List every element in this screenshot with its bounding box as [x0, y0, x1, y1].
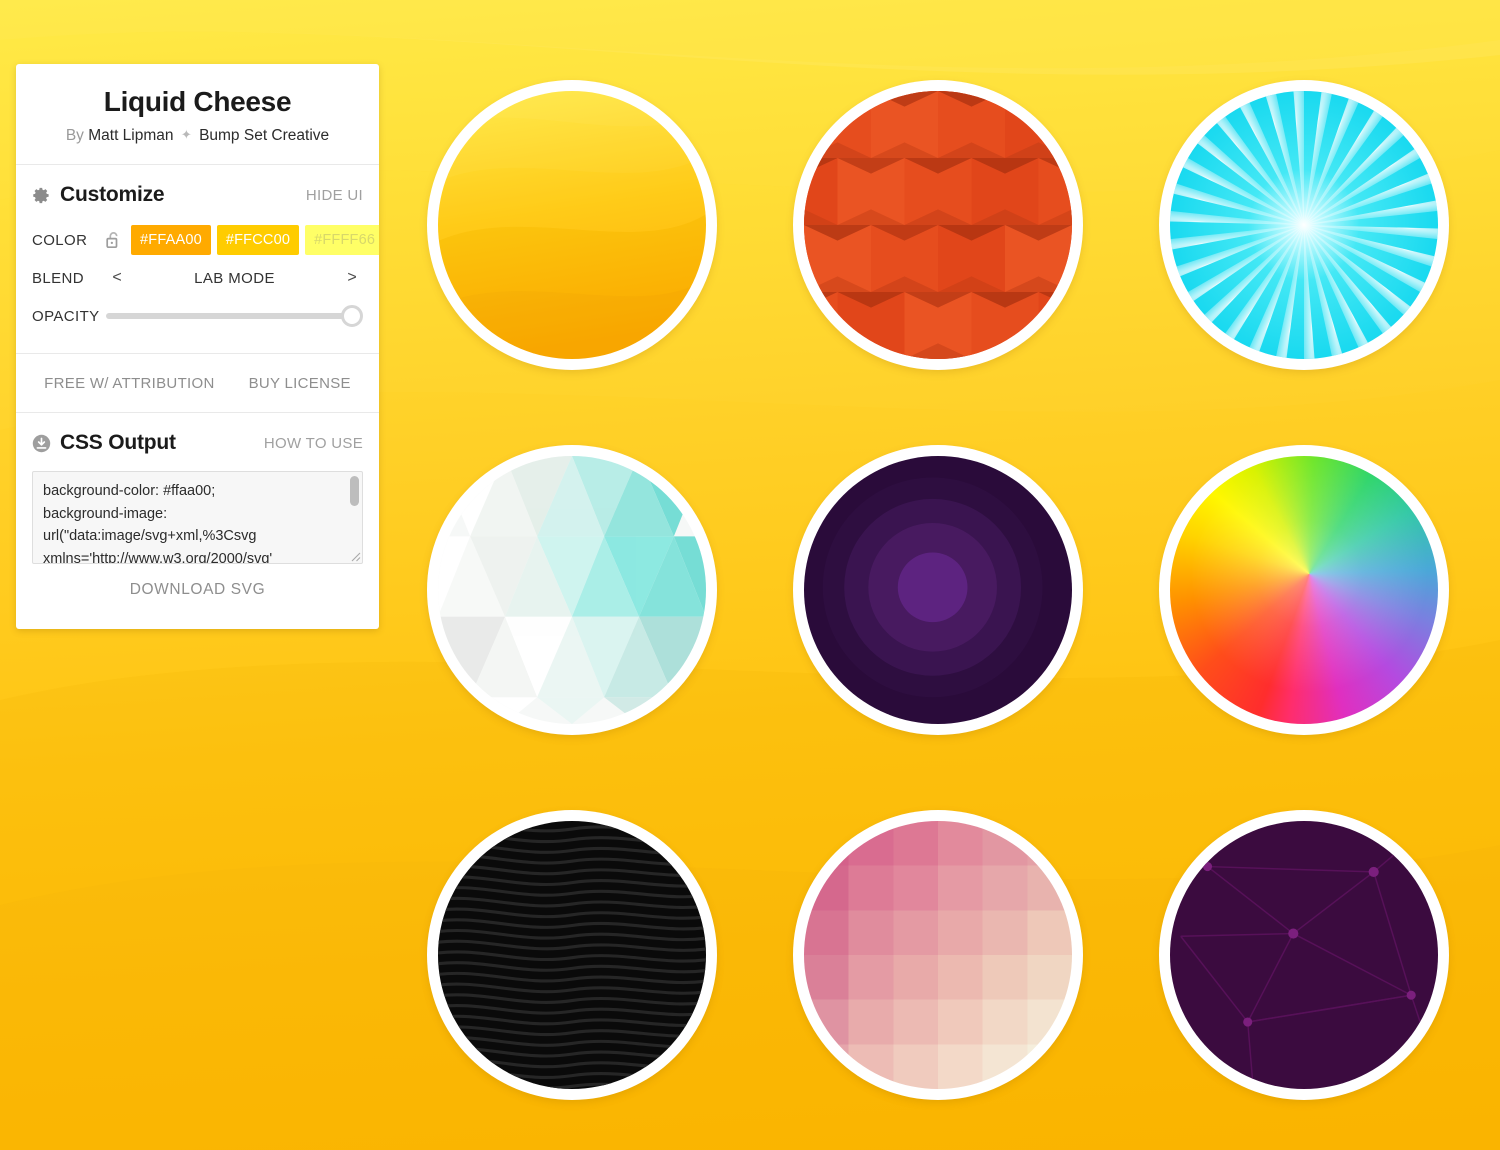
color-label: COLOR	[32, 231, 88, 249]
color-swatch-2[interactable]: #FFCC00	[216, 225, 300, 256]
opacity-slider[interactable]	[106, 303, 363, 329]
checker-pink-cream-pattern	[804, 821, 1072, 1089]
thumb-sun-rays[interactable]	[1159, 80, 1449, 370]
thumb-preview	[1170, 91, 1438, 359]
sunburst-cyan-pattern	[1170, 91, 1438, 359]
color-swatch-3[interactable]: #FFFF66	[305, 225, 379, 256]
thumb-preview	[1170, 456, 1438, 724]
resize-handle-icon[interactable]	[348, 549, 361, 562]
css-output-header: CSS Output HOW TO USE	[32, 431, 363, 455]
color-row: COLOR #FFAA00 #FFCC00 #FFFF66	[32, 223, 379, 257]
triangle-mosaic-mint-pattern	[438, 456, 706, 724]
opacity-slider-handle[interactable]	[341, 305, 363, 328]
byline-studio: Bump Set Creative	[199, 126, 330, 144]
color-swatches: #FFAA00 #FFCC00 #FFFF66	[131, 225, 379, 256]
color-swatch-1[interactable]: #FFAA00	[131, 225, 211, 256]
unlocked-padlock-icon[interactable]	[106, 231, 121, 249]
customize-section: Customize HIDE UI COLOR #FFAA00 #FFCC00 …	[16, 165, 379, 353]
opacity-label: OPACITY	[32, 307, 100, 325]
scrollbar-thumb[interactable]	[350, 476, 359, 507]
concentric-purple-pattern	[804, 456, 1072, 724]
customize-panel: Liquid Cheese By Matt Lipman ✦ Bump Set …	[16, 64, 379, 630]
download-svg-button[interactable]: DOWNLOAD SVG	[130, 581, 266, 598]
download-row: DOWNLOAD SVG	[32, 564, 363, 621]
hide-ui-button[interactable]: HIDE UI	[306, 187, 363, 204]
wavy-stripes-black-pattern	[438, 821, 706, 1089]
how-to-use-button[interactable]: HOW TO USE	[264, 435, 363, 452]
gear-icon	[33, 187, 49, 203]
css-output-box: background-color: #ffaa00; background-im…	[32, 471, 363, 565]
thumb-preview	[804, 821, 1072, 1089]
license-section: FREE W/ ATTRIBUTION BUY LICENSE	[16, 354, 379, 412]
blend-prev-button[interactable]: <	[106, 269, 128, 287]
thumb-low-poly-grid[interactable]	[427, 445, 717, 735]
waves-yellow-pattern	[438, 91, 706, 359]
app-stage: Liquid Cheese By Matt Lipman ✦ Bump Set …	[0, 0, 1500, 1150]
free-with-attribution-button[interactable]: FREE W/ ATTRIBUTION	[44, 375, 214, 392]
css-output-title: CSS Output	[60, 431, 176, 455]
byline-author: Matt Lipman	[88, 126, 174, 144]
byline: By Matt Lipman ✦ Bump Set Creative	[32, 127, 363, 146]
panel-header: Liquid Cheese By Matt Lipman ✦ Bump Set …	[16, 64, 379, 164]
thumb-preview	[438, 91, 706, 359]
sparkle-icon: ✦	[180, 126, 192, 142]
thumb-radial-rings[interactable]	[793, 445, 1083, 735]
blend-row: BLEND < LAB MODE >	[32, 261, 363, 295]
thumb-wavy-lines[interactable]	[427, 810, 717, 1100]
thumb-constellation[interactable]	[1159, 810, 1449, 1100]
thumb-preview	[1170, 821, 1438, 1089]
thumb-preview	[438, 456, 706, 724]
thumb-preview	[438, 821, 706, 1089]
thumb-pixel-grid[interactable]	[793, 810, 1083, 1100]
blend-next-button[interactable]: >	[341, 269, 363, 287]
blend-mode-value[interactable]: LAB MODE	[128, 270, 341, 287]
page-title: Liquid Cheese	[103, 86, 292, 117]
opacity-slider-track	[106, 313, 359, 320]
thumb-preview	[804, 456, 1072, 724]
opacity-row: OPACITY	[32, 299, 363, 333]
buy-license-button[interactable]: BUY LICENSE	[249, 375, 351, 392]
thumb-liquid-cheese[interactable]	[427, 80, 717, 370]
thumb-color-wheel[interactable]	[1159, 445, 1449, 735]
customize-header: Customize HIDE UI	[32, 183, 363, 207]
byline-by: By	[65, 126, 84, 144]
thumb-preview	[804, 91, 1072, 359]
css-output-section: CSS Output HOW TO USE background-color: …	[16, 413, 379, 629]
css-output-textarea[interactable]: background-color: #ffaa00; background-im…	[33, 472, 362, 564]
thumb-rectangle-wall[interactable]	[793, 80, 1083, 370]
customize-title: Customize	[60, 183, 165, 207]
blend-label: BLEND	[32, 269, 85, 287]
pattern-thumbnail-grid	[427, 80, 1457, 1100]
folded-rectangles-orange-pattern	[804, 91, 1072, 359]
download-circle-icon[interactable]	[32, 434, 51, 453]
network-nodes-purple-pattern	[1170, 821, 1438, 1089]
